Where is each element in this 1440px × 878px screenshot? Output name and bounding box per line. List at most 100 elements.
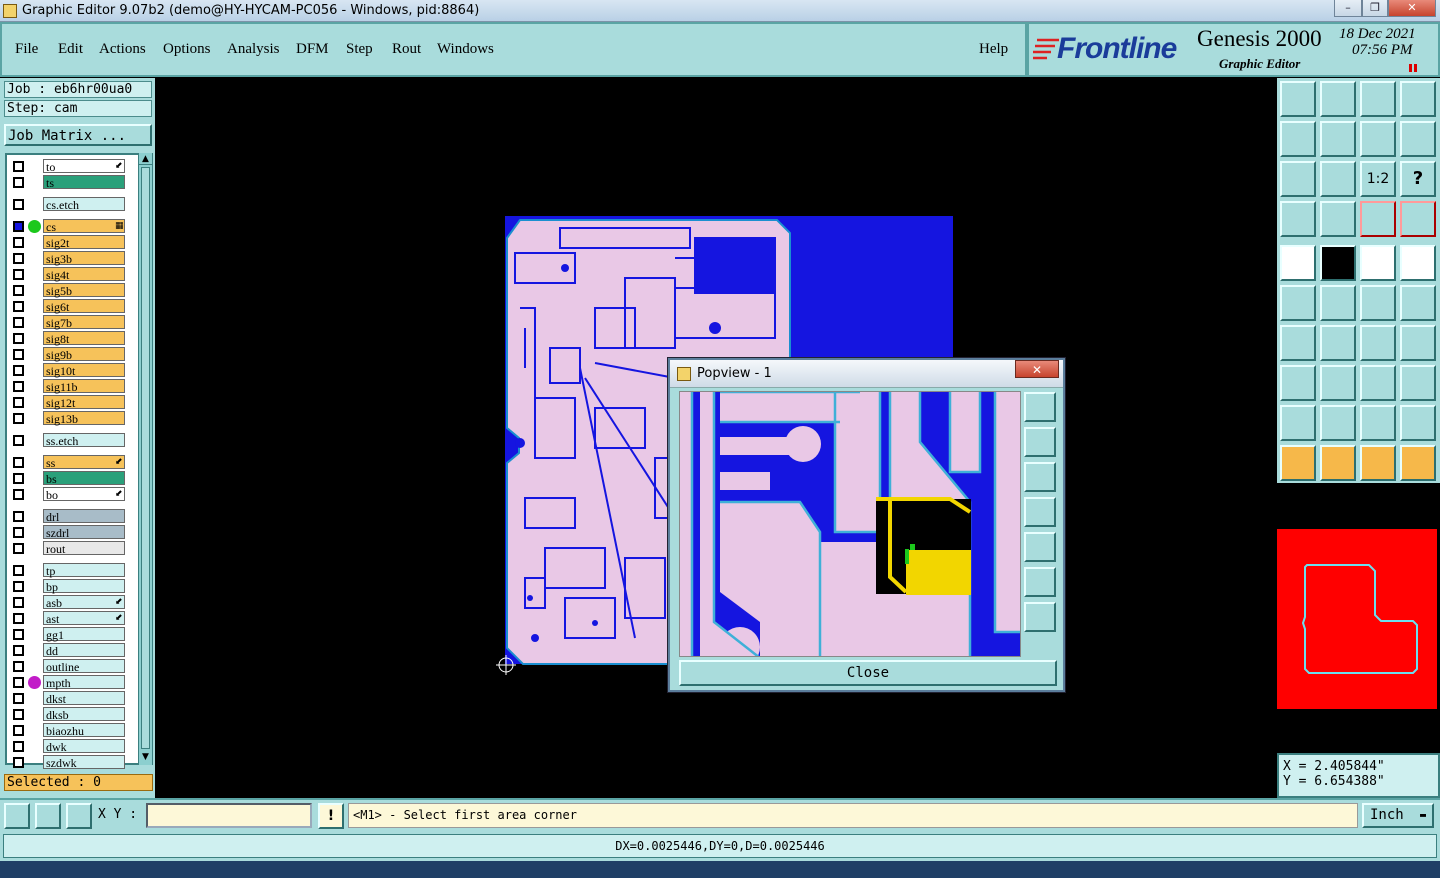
layer-checkbox[interactable] — [13, 365, 24, 376]
measure-icon[interactable] — [1360, 365, 1396, 401]
angle-measure-icon[interactable] — [35, 803, 61, 829]
arc-icon[interactable] — [1360, 325, 1396, 361]
layer-row[interactable]: sig9b — [9, 347, 127, 362]
layer-name[interactable]: bs — [43, 471, 125, 486]
help-icon[interactable]: ? — [1400, 161, 1436, 197]
ruler-icon[interactable] — [1360, 245, 1396, 281]
pan-up-icon[interactable] — [1280, 81, 1316, 117]
layer-row[interactable]: dkst — [9, 691, 127, 706]
layer-row[interactable]: dwk — [9, 739, 127, 754]
layer-row[interactable]: sig12t — [9, 395, 127, 410]
layer-list-scrollbar[interactable]: ▲ ▼ — [138, 153, 152, 765]
layer-row[interactable]: ss.etch — [9, 433, 127, 448]
layer-row[interactable]: sig3b — [9, 251, 127, 266]
layer-checkbox[interactable] — [13, 457, 24, 468]
layer-row[interactable]: rout — [9, 541, 127, 556]
shapes-icon[interactable] — [1400, 365, 1436, 401]
layer-name[interactable]: cs.etch — [43, 197, 125, 212]
grid-snap-icon[interactable] — [66, 803, 92, 829]
layer-checkbox[interactable] — [13, 597, 24, 608]
layer-row[interactable]: sig4t — [9, 267, 127, 282]
layer-name[interactable]: sig5b — [43, 283, 125, 298]
layer-checkbox[interactable] — [13, 253, 24, 264]
layer-name[interactable]: sig9b — [43, 347, 125, 362]
layer-checkbox[interactable] — [13, 581, 24, 592]
layer-row[interactable]: ss ⬋ — [9, 455, 127, 470]
layer-row[interactable]: sig2t — [9, 235, 127, 250]
layer-checkbox[interactable] — [13, 285, 24, 296]
overview-map[interactable] — [1277, 483, 1440, 753]
layer-checkbox[interactable] — [13, 435, 24, 446]
add-pad-icon[interactable] — [1280, 365, 1316, 401]
layer-name[interactable]: biaozhu — [43, 723, 125, 738]
menu-options[interactable]: Options — [163, 41, 211, 58]
layer-name[interactable]: sig6t — [43, 299, 125, 314]
popview-pan-up-icon[interactable] — [1024, 427, 1056, 457]
layer-checkbox[interactable] — [13, 317, 24, 328]
layer-row[interactable]: sig10t — [9, 363, 127, 378]
layer-row[interactable]: bo ⬋ — [9, 487, 127, 502]
layer-checkbox[interactable] — [13, 693, 24, 704]
layer-checkbox[interactable] — [13, 661, 24, 672]
menu-analysis[interactable]: Analysis — [227, 41, 280, 58]
snap-alt-icon[interactable] — [1400, 201, 1436, 237]
warning-icon[interactable]: ! — [318, 803, 344, 829]
popview-pan-down-icon[interactable] — [1024, 462, 1056, 492]
layer-row[interactable]: to ⬋ — [9, 159, 127, 174]
layer-name[interactable]: sig10t — [43, 363, 125, 378]
layer-row[interactable]: bs — [9, 471, 127, 486]
layer-row[interactable]: sig6t — [9, 299, 127, 314]
menu-dfm[interactable]: DFM — [296, 41, 329, 58]
layer-row[interactable]: sig11b — [9, 379, 127, 394]
layer-name[interactable]: sig8t — [43, 331, 125, 346]
zoom-in-icon[interactable] — [1280, 161, 1316, 197]
layer-name[interactable]: tp — [43, 563, 125, 578]
zoom-1to1-icon[interactable]: 1:2 — [1360, 161, 1396, 197]
popview-zoomed-pcb[interactable] — [680, 392, 1021, 657]
layer-name[interactable]: bo — [43, 487, 125, 502]
layer-row[interactable]: sig8t — [9, 331, 127, 346]
layer-checkbox[interactable] — [13, 269, 24, 280]
popview-canvas[interactable] — [679, 391, 1021, 657]
pointer-icon[interactable] — [1280, 445, 1316, 481]
layer-name[interactable]: mpth — [43, 675, 125, 690]
layer-name[interactable]: to — [43, 159, 125, 174]
layer-name[interactable]: szdrl — [43, 525, 125, 540]
layer-checkbox[interactable] — [13, 677, 24, 688]
layer-row[interactable]: sig13b — [9, 411, 127, 426]
layer-checkbox[interactable] — [13, 177, 24, 188]
layer-row[interactable]: cs.etch — [9, 197, 127, 212]
layer-checkbox[interactable] — [13, 511, 24, 522]
layer-row[interactable]: dksb — [9, 707, 127, 722]
move-point-icon[interactable] — [1360, 285, 1396, 321]
layer-checkbox[interactable] — [13, 613, 24, 624]
layer-name[interactable]: dkst — [43, 691, 125, 706]
menu-help[interactable]: Help — [979, 41, 1008, 58]
line-mode-icon[interactable] — [1320, 245, 1356, 281]
pad-select-icon[interactable] — [1280, 245, 1316, 281]
layer-checkbox[interactable] — [13, 199, 24, 210]
popview-zoom-icon[interactable] — [1024, 392, 1056, 422]
layer-checkbox[interactable] — [13, 237, 24, 248]
triangle-wide-icon[interactable] — [1400, 405, 1436, 441]
menu-rout[interactable]: Rout — [392, 41, 421, 58]
layer-row[interactable]: gg1 — [9, 627, 127, 642]
layer-name[interactable]: drl — [43, 509, 125, 524]
diagonal-icon[interactable] — [1320, 325, 1356, 361]
circle-fill-icon[interactable] — [1400, 245, 1436, 281]
layer-name[interactable]: ss — [43, 455, 125, 470]
xy-input[interactable] — [146, 803, 312, 828]
menu-windows[interactable]: Windows — [437, 41, 494, 58]
layer-checkbox[interactable] — [13, 349, 24, 360]
layer-row[interactable]: asb ⬋ — [9, 595, 127, 610]
popview-zoom-out-icon[interactable] — [1024, 602, 1056, 632]
layer-name[interactable]: ss.etch — [43, 433, 125, 448]
layer-name[interactable]: sig11b — [43, 379, 125, 394]
layer-row[interactable]: dd — [9, 643, 127, 658]
layer-checkbox[interactable] — [13, 413, 24, 424]
select-network-icon[interactable] — [1400, 445, 1436, 481]
layer-name[interactable]: gg1 — [43, 627, 125, 642]
layer-row[interactable]: mpth — [9, 675, 127, 690]
layer-name[interactable]: sig2t — [43, 235, 125, 250]
angle-icon[interactable] — [1280, 325, 1316, 361]
